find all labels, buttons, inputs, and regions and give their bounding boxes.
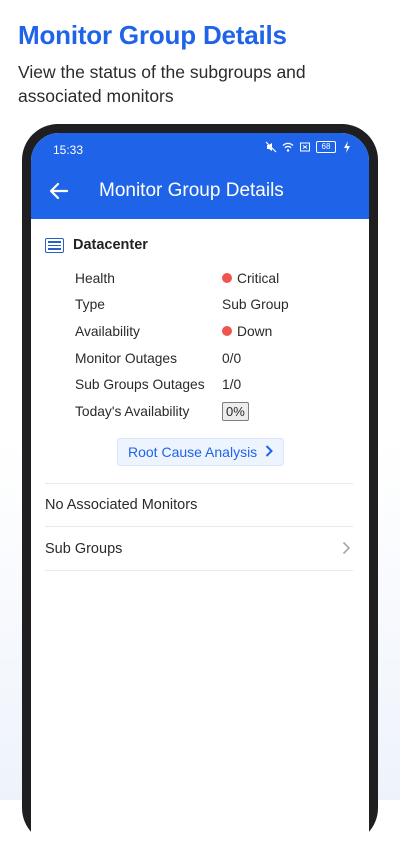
detail-label: Health [75,270,115,286]
sub-groups-row[interactable]: Sub Groups [31,527,369,570]
group-header: Datacenter [45,237,148,253]
availability-percent-badge: 0% [222,401,249,421]
phone-frame: 15:33 68 Monitor Group Details Datacente… [22,124,378,844]
detail-row-availability: Availability Down [75,318,365,345]
detail-label: Monitor Outages [75,350,177,366]
detail-row-monitor-outages: Monitor Outages 0/0 [75,345,365,372]
down-status-dot [222,326,232,337]
status-icons: 68 [265,141,353,153]
detail-row-subgroup-outages: Sub Groups Outages 1/0 [75,371,365,398]
charging-icon [341,141,353,153]
divider [45,483,353,484]
detail-label: Type [75,297,105,313]
detail-value: Sub Group [222,297,289,313]
status-bar: 15:33 68 [31,133,369,163]
back-arrow-icon[interactable] [43,175,75,207]
group-details: Health Critical Type Sub Group Availabil… [75,265,365,425]
promo-title: Monitor Group Details [18,20,287,50]
associated-monitors-row: No Associated Monitors [45,497,198,513]
detail-row-todays-availability: Today's Availability 0% [75,398,365,425]
promo-subtitle: View the status of the subgroups and ass… [18,62,306,106]
status-time: 15:33 [53,143,84,157]
critical-status-dot [222,273,232,284]
detail-label: Availability [75,323,140,339]
detail-value: Critical [237,270,280,286]
detail-row-health: Health Critical [75,265,365,292]
app-bar-title: Monitor Group Details [99,180,284,201]
phone-screen: 15:33 68 Monitor Group Details Datacente… [31,133,369,844]
detail-row-type: Type Sub Group [75,292,365,319]
root-cause-analysis-button[interactable]: Root Cause Analysis [117,438,285,466]
mute-icon [265,141,277,153]
detail-value: 1/0 [222,377,242,393]
detail-label: Sub Groups Outages [75,377,205,393]
list-icon [45,237,64,253]
app-bar: Monitor Group Details [31,163,369,219]
rca-label: Root Cause Analysis [128,444,258,460]
detail-label: Today's Availability [75,403,190,419]
detail-value: 0/0 [222,350,242,366]
wifi-icon [282,141,294,153]
chevron-right-icon [265,444,274,460]
divider [45,570,353,571]
sim-icon [299,141,311,153]
sub-groups-label: Sub Groups [45,541,123,557]
detail-value: Down [237,323,273,339]
group-name: Datacenter [73,237,148,253]
chevron-right-icon [342,541,351,560]
battery-icon: 68 [316,141,336,153]
